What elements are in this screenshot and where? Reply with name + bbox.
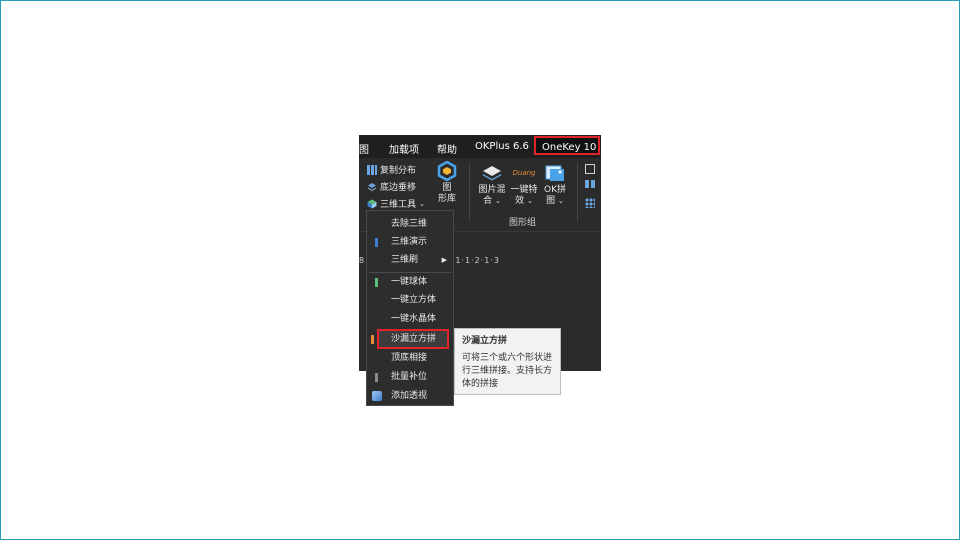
picture-mix-label-1: 图片混 (478, 185, 506, 195)
copy-distribute-icon (367, 164, 377, 175)
3d-tools-dropdown: 去除三维 三维演示 三维刷 ▶ 一键球体 一键立方体 一键水晶体 沙漏立方拼 顶… (366, 210, 454, 406)
gray-bar-icon (375, 373, 378, 382)
dropdown-item-top-bottom-join[interactable]: 顶底相接 (367, 349, 453, 367)
menu-item-onekey[interactable]: OneKey 10 (534, 136, 600, 155)
chevron-down-icon: ⌄ (495, 197, 501, 205)
one-click-effect-label-2: 效 ⌄ (515, 196, 533, 206)
menu-item-addins[interactable]: 加载项 (389, 141, 419, 156)
blue-bar-icon (375, 238, 378, 247)
picture-mix-label-2: 合 ⌄ (483, 196, 501, 206)
group-label-shapes: 图形组 (509, 218, 537, 228)
dropdown-item-3d-brush[interactable]: 三维刷 ▶ (367, 251, 453, 269)
dropdown-item-remove-3d[interactable]: 去除三维 (367, 215, 453, 233)
bottom-stack-label: 底边垂移 (380, 183, 417, 193)
small-grid-icon[interactable] (585, 198, 595, 208)
dropdown-item-hourglass-cube[interactable]: 沙漏立方拼 (367, 330, 453, 348)
shape-library-label-2: 形库 (437, 194, 456, 204)
3d-tools-button[interactable]: 三维工具 ⌄ (367, 197, 425, 210)
small-align-icon[interactable] (585, 180, 595, 188)
layers-stack-icon (482, 163, 502, 183)
dropdown-item-add-perspective[interactable]: 添加透视 (367, 387, 453, 405)
ribbon-separator (469, 162, 470, 222)
puzzle-image-icon (545, 163, 565, 183)
shape-library-label-1: 图 (442, 183, 452, 193)
dropdown-item-cube[interactable]: 一键立方体 (367, 291, 453, 309)
menu-item-help[interactable]: 帮助 (437, 141, 457, 156)
layers-icon (367, 182, 377, 192)
dropdown-item-sphere[interactable]: 一键球体 (367, 273, 453, 291)
3d-tools-label: 三维工具 (380, 200, 417, 210)
chevron-down-icon: ⌄ (527, 197, 533, 205)
effect-brand-label: Duang (512, 169, 536, 177)
dropdown-item-crystal[interactable]: 一键水晶体 (367, 310, 453, 328)
cube-icon (367, 199, 377, 209)
dropdown-item-3d-demo[interactable]: 三维演示 (367, 233, 453, 251)
chevron-down-icon: ⌄ (419, 199, 425, 208)
ribbon-separator (577, 162, 578, 222)
green-bar-icon (375, 278, 378, 287)
small-shape-icon[interactable] (585, 164, 595, 174)
dropdown-item-batch-fill[interactable]: 批量补位 (367, 368, 453, 386)
ok-puzzle-label-2: 图 ⌄ (546, 196, 564, 206)
perspective-cube-icon (372, 391, 382, 401)
copy-distribute-label: 复制分布 (380, 166, 417, 176)
hexagon-icon (437, 160, 457, 182)
tooltip-title: 沙漏立方拼 (462, 336, 508, 346)
one-click-effect-button[interactable]: Duang 一键特 效 ⌄ (509, 163, 539, 207)
one-click-effect-label-1: 一键特 (510, 185, 538, 195)
orange-bar-icon (371, 335, 374, 344)
bottom-stack-button[interactable]: 底边垂移 (367, 180, 416, 193)
tooltip-body: 可将三个或六个形状进 行三维拼接。支持长方 体的拼接 (462, 353, 553, 389)
ok-puzzle-button[interactable]: OK拼 图 ⌄ (541, 163, 569, 207)
menu-bar: 图 加载项 帮助 OKPlus 6.6 OneKey 10 (359, 135, 601, 158)
copy-distribute-button[interactable]: 复制分布 (367, 163, 416, 176)
tooltip-hourglass-cube: 沙漏立方拼 可将三个或六个形状进 行三维拼接。支持长方 体的拼接 (454, 328, 561, 395)
chevron-down-icon: ⌄ (558, 197, 564, 205)
duang-effect-icon: Duang (511, 163, 537, 183)
shape-library-button[interactable]: 图 形库 (435, 160, 459, 205)
ok-puzzle-label-1: OK拼 (544, 185, 566, 195)
submenu-arrow-icon: ▶ (441, 256, 447, 264)
menu-item-view[interactable]: 图 (359, 141, 369, 156)
menu-item-okplus[interactable]: OKPlus 6.6 (475, 141, 529, 152)
picture-mix-button[interactable]: 图片混 合 ⌄ (475, 163, 509, 207)
